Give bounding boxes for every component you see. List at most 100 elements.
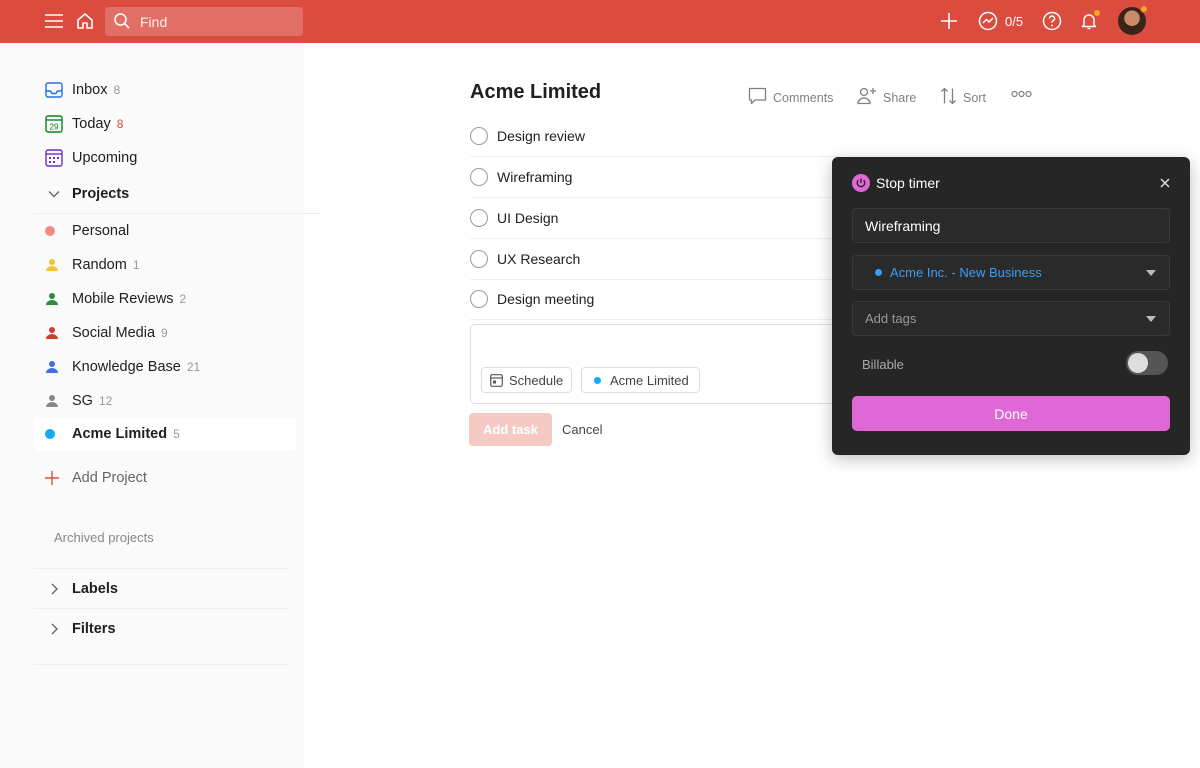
sidebar-item-label: Today [72,116,111,132]
task-checkbox[interactable] [470,250,488,268]
projects-header[interactable]: Projects [34,177,288,211]
project-count: 5 [173,427,180,441]
timer-description-input[interactable]: Wireframing [852,208,1170,243]
calendar-icon [490,373,503,387]
task-name: Design meeting [497,291,595,307]
task-name: Design review [497,128,585,144]
project-item-random[interactable]: Random 1 [34,248,296,282]
archived-projects-link[interactable]: Archived projects [54,530,154,545]
plus-icon [34,471,72,485]
karma-count[interactable]: 0/5 [1005,14,1023,29]
timer-header: Stop timer [852,174,940,192]
task-item[interactable]: Design meeting [470,279,840,320]
project-label: Mobile Reviews [72,291,174,307]
page-title: Acme Limited [470,81,602,103]
project-count: 1 [132,258,140,272]
labels-header-label: Labels [72,581,118,597]
project-color-dot [45,429,55,439]
today-calendar-day: 29 [50,123,59,132]
done-button[interactable]: Done [852,396,1170,431]
search-input[interactable]: Find [105,7,303,36]
timer-panel: Stop timer Wireframing Acme Inc. - New B… [832,157,1190,455]
person-icon [34,394,72,408]
task-item[interactable]: Wireframing [470,157,840,198]
task-item[interactable]: UX Research [470,239,840,280]
sidebar-item-upcoming[interactable]: Upcoming [34,141,296,175]
sidebar-item-label: Upcoming [72,150,138,166]
billable-toggle[interactable] [1126,351,1168,375]
filters-header-label: Filters [72,621,116,637]
comments-button[interactable]: Comments [748,87,833,108]
task-name: UI Design [497,210,559,226]
more-options-icon[interactable] [1011,90,1032,98]
project-count: 12 [98,394,113,408]
person-icon [34,326,72,340]
sidebar: Inbox 8 29 Today 8 Upcoming Projects Per… [0,43,320,768]
project-color-dot [45,226,55,236]
add-project-button[interactable]: Add Project [34,461,296,495]
project-item-knowledge-base[interactable]: Knowledge Base 21 [34,350,296,384]
chevron-right-icon [47,582,61,601]
project-item-social-media[interactable]: Social Media 9 [34,316,296,350]
project-picker-button[interactable]: Acme Limited [581,367,700,393]
calendar-upcoming-icon [34,149,72,167]
close-icon[interactable] [1160,175,1170,193]
task-item[interactable]: UI Design [470,198,840,239]
divider [34,568,288,569]
timer-project-select[interactable]: Acme Inc. - New Business [852,255,1170,290]
billable-label: Billable [862,357,904,372]
project-count: 21 [186,360,201,374]
person-icon [34,360,72,374]
project-label: Personal [72,223,130,239]
search-placeholder: Find [140,14,168,30]
add-task-button[interactable]: Add task [469,413,552,446]
sidebar-item-today[interactable]: 29 Today 8 [34,107,296,141]
task-item[interactable]: Design review [470,116,840,157]
cancel-button[interactable]: Cancel [562,422,602,437]
sidebar-item-label: Inbox [72,82,108,98]
projects-header-label: Projects [72,186,130,202]
dropdown-caret-icon [1146,316,1156,322]
share-label: Share [883,90,917,105]
schedule-button[interactable]: Schedule [481,367,573,393]
project-item-personal[interactable]: Personal [34,214,296,248]
task-checkbox[interactable] [470,209,488,227]
divider [34,608,288,609]
schedule-label: Schedule [509,372,564,388]
add-icon[interactable] [936,8,962,34]
project-label: Knowledge Base [72,359,181,375]
help-icon[interactable] [1039,8,1065,34]
project-item-mobile-reviews[interactable]: Mobile Reviews 2 [34,282,296,316]
dropdown-caret-icon [1146,270,1156,276]
project-label: Social Media [72,325,156,341]
project-count: 2 [179,292,187,306]
productivity-icon[interactable] [975,8,1001,34]
project-count: 9 [161,326,168,340]
project-item-sg[interactable]: SG 12 [34,384,296,418]
menu-icon[interactable] [41,8,67,34]
timer-tags-placeholder: Add tags [865,311,917,326]
power-icon[interactable] [852,174,870,192]
filters-header[interactable]: Filters [34,612,288,646]
chevron-right-icon [47,622,61,641]
project-color-dot [594,376,601,384]
add-project-label: Add Project [72,470,147,486]
task-checkbox[interactable] [470,290,488,308]
timer-title: Stop timer [876,175,940,191]
home-icon[interactable] [72,8,98,34]
task-checkbox[interactable] [470,168,488,186]
labels-header[interactable]: Labels [34,572,288,606]
share-button[interactable]: Share [857,87,916,108]
sort-button[interactable]: Sort [940,87,986,108]
project-item-acme-limited[interactable]: Acme Limited 5 [34,417,296,451]
timer-tags-select[interactable]: Add tags [852,301,1170,336]
timer-description-value: Wireframing [865,217,941,234]
task-checkbox[interactable] [470,127,488,145]
sidebar-item-inbox[interactable]: Inbox 8 [34,73,296,107]
notification-dot [1093,9,1101,17]
comments-label: Comments [773,90,834,105]
comment-icon [748,87,767,108]
today-count: 8 [116,117,124,131]
project-label: Acme Limited [72,426,168,442]
task-editor[interactable]: Schedule Acme Limited [470,324,840,404]
